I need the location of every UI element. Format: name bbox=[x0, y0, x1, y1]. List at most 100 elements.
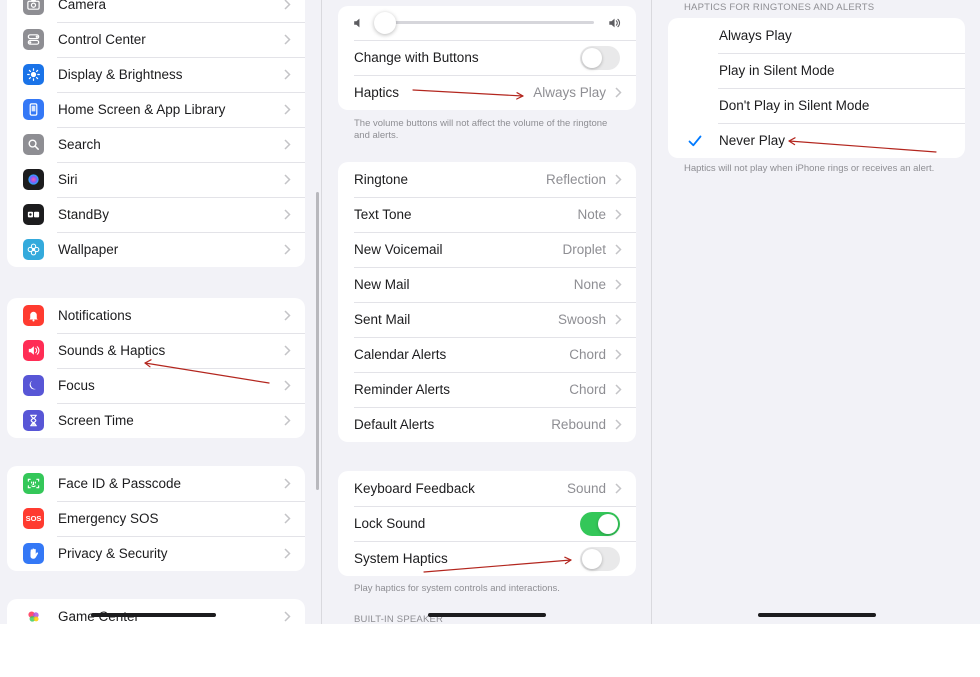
lock-sound-label: Lock Sound bbox=[354, 516, 426, 531]
chevron-right-icon bbox=[284, 0, 291, 10]
sun-icon bbox=[23, 64, 44, 85]
haptics-label: Haptics bbox=[354, 85, 400, 100]
system-haptics-note: Play haptics for system controls and int… bbox=[354, 583, 560, 594]
sidebar-item-game-center[interactable]: Game Center bbox=[7, 599, 305, 624]
flower-icon bbox=[23, 239, 44, 260]
ringtone-row[interactable]: Ringtone Reflection bbox=[338, 162, 636, 197]
sidebar-item-emergency-sos[interactable]: SOS Emergency SOS bbox=[7, 501, 305, 536]
sound-value: Reflection bbox=[545, 172, 606, 187]
haptics-row[interactable]: Haptics Always Play bbox=[338, 75, 636, 110]
ringer-alerts-group: Change with Buttons Haptics Always Play bbox=[338, 6, 636, 110]
settings-sidebar: Camera Control Center Display & Brightne… bbox=[0, 0, 321, 624]
chevron-right-icon bbox=[615, 244, 622, 255]
change-with-buttons-row: Change with Buttons bbox=[338, 40, 636, 75]
home-indicator[interactable] bbox=[758, 613, 876, 617]
keyboard-feedback-label: Keyboard Feedback bbox=[354, 481, 475, 496]
haptics-value: Always Play bbox=[533, 85, 606, 100]
sound-value: Rebound bbox=[551, 417, 606, 432]
haptics-section-header: HAPTICS FOR RINGTONES AND ALERTS bbox=[684, 2, 875, 13]
sidebar-item-sounds-haptics[interactable]: Sounds & Haptics bbox=[7, 333, 305, 368]
sos-icon: SOS bbox=[23, 508, 44, 529]
change-with-buttons-toggle[interactable] bbox=[580, 45, 620, 70]
standby-icon bbox=[23, 204, 44, 225]
chevron-right-icon bbox=[284, 139, 291, 150]
home-screen-icon bbox=[23, 99, 44, 120]
volume-slider-row bbox=[338, 6, 636, 40]
toggle-knob bbox=[598, 513, 618, 534]
sidebar-item-label: Control Center bbox=[58, 32, 146, 47]
sidebar-item-label: Screen Time bbox=[58, 413, 134, 428]
control-center-icon bbox=[23, 29, 44, 50]
calendar-alerts-row[interactable]: Calendar Alerts Chord bbox=[338, 337, 636, 372]
speaker-low-icon bbox=[354, 18, 360, 28]
volume-slider[interactable] bbox=[373, 12, 594, 34]
option-never-play[interactable]: Never Play bbox=[668, 123, 965, 158]
option-dont-play-in-silent-mode[interactable]: Don't Play in Silent Mode bbox=[668, 88, 965, 123]
sidebar-item-siri[interactable]: Siri bbox=[7, 162, 305, 197]
sidebar-item-notifications[interactable]: Notifications bbox=[7, 298, 305, 333]
sidebar-item-wallpaper[interactable]: Wallpaper bbox=[7, 232, 305, 267]
moon-icon bbox=[23, 375, 44, 396]
sidebar-item-control-center[interactable]: Control Center bbox=[7, 22, 305, 57]
home-indicator[interactable] bbox=[428, 613, 546, 617]
sidebar-item-label: Sounds & Haptics bbox=[58, 343, 166, 358]
sound-label: Text Tone bbox=[354, 207, 412, 222]
sidebar-item-label: Display & Brightness bbox=[58, 67, 183, 82]
new-mail-row[interactable]: New Mail None bbox=[338, 267, 636, 302]
keyboard-feedback-row[interactable]: Keyboard Feedback Sound bbox=[338, 471, 636, 506]
sound-value: Swoosh bbox=[557, 312, 606, 327]
option-always-play[interactable]: Always Play bbox=[668, 18, 965, 53]
sound-value: Droplet bbox=[562, 242, 606, 257]
sidebar-item-camera[interactable]: Camera bbox=[7, 0, 305, 22]
option-label: Play in Silent Mode bbox=[719, 63, 835, 78]
chevron-right-icon bbox=[284, 380, 291, 391]
text-tone-row[interactable]: Text Tone Note bbox=[338, 197, 636, 232]
option-label: Don't Play in Silent Mode bbox=[719, 98, 870, 113]
sidebar-item-face-id[interactable]: Face ID & Passcode bbox=[7, 466, 305, 501]
sidebar-item-display-brightness[interactable]: Display & Brightness bbox=[7, 57, 305, 92]
volume-buttons-note: The volume buttons will not affect the v… bbox=[354, 118, 608, 141]
sidebar-item-screen-time[interactable]: Screen Time bbox=[7, 403, 305, 438]
sounds-haptics-pane: Change with Buttons Haptics Always Play … bbox=[322, 0, 651, 624]
hourglass-icon bbox=[23, 410, 44, 431]
sidebar-item-label: Face ID & Passcode bbox=[58, 476, 182, 491]
option-label: Never Play bbox=[719, 133, 786, 148]
speaker-high-icon bbox=[609, 18, 621, 28]
chevron-right-icon bbox=[615, 384, 622, 395]
system-haptics-toggle[interactable] bbox=[580, 546, 620, 571]
chevron-right-icon bbox=[284, 611, 291, 622]
sidebar-group-general: Camera Control Center Display & Brightne… bbox=[7, 0, 305, 267]
sidebar-group-games: Game Center bbox=[7, 599, 305, 624]
sidebar-item-search[interactable]: Search bbox=[7, 127, 305, 162]
chevron-right-icon bbox=[284, 310, 291, 321]
sidebar-item-privacy-security[interactable]: Privacy & Security bbox=[7, 536, 305, 571]
new-voicemail-row[interactable]: New Voicemail Droplet bbox=[338, 232, 636, 267]
sidebar-item-standby[interactable]: StandBy bbox=[7, 197, 305, 232]
chevron-right-icon bbox=[615, 174, 622, 185]
volume-slider-thumb[interactable] bbox=[373, 12, 396, 34]
reminder-alerts-row[interactable]: Reminder Alerts Chord bbox=[338, 372, 636, 407]
option-label: Always Play bbox=[719, 28, 792, 43]
sent-mail-row[interactable]: Sent Mail Swoosh bbox=[338, 302, 636, 337]
chevron-right-icon bbox=[284, 69, 291, 80]
haptics-options-group: Always Play Play in Silent Mode Don't Pl… bbox=[668, 18, 965, 158]
home-indicator[interactable] bbox=[91, 613, 216, 617]
sidebar-item-focus[interactable]: Focus bbox=[7, 368, 305, 403]
lock-sound-toggle[interactable] bbox=[580, 511, 620, 536]
system-haptics-row: System Haptics bbox=[338, 541, 636, 576]
chevron-right-icon bbox=[284, 174, 291, 185]
bell-icon bbox=[23, 305, 44, 326]
search-icon bbox=[23, 134, 44, 155]
chevron-right-icon bbox=[284, 415, 291, 426]
toggle-knob bbox=[582, 47, 602, 68]
sidebar-item-label: Notifications bbox=[58, 308, 132, 323]
chevron-right-icon bbox=[615, 314, 622, 325]
option-play-in-silent-mode[interactable]: Play in Silent Mode bbox=[668, 53, 965, 88]
sound-value: Chord bbox=[569, 382, 606, 397]
sound-value: Chord bbox=[569, 347, 606, 362]
sound-label: Sent Mail bbox=[354, 312, 411, 327]
ipad-settings-screen: Camera Control Center Display & Brightne… bbox=[0, 0, 980, 624]
default-alerts-row[interactable]: Default Alerts Rebound bbox=[338, 407, 636, 442]
sidebar-item-home-screen[interactable]: Home Screen & App Library bbox=[7, 92, 305, 127]
sidebar-scrollbar[interactable] bbox=[316, 192, 319, 490]
